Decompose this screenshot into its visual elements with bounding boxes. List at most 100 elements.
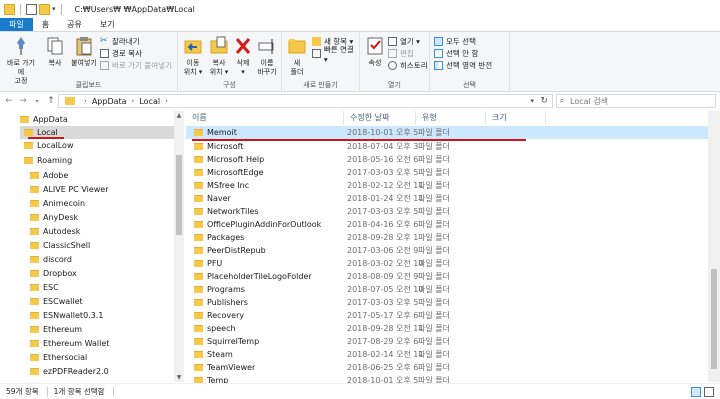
address-bar[interactable]: › AppData › Local › ▾ ↻ (58, 94, 553, 108)
file-name: speech (207, 324, 236, 333)
up-arrow-icon[interactable]: ↑ (44, 96, 58, 106)
tree-item[interactable]: AnyDesk (30, 211, 78, 224)
chevron-right-icon[interactable]: › (132, 97, 135, 105)
table-row[interactable]: Microsoft Help 2018-05-16 오전 6 파일 폴더 (186, 153, 710, 166)
tree-item[interactable]: Dropbox (30, 267, 77, 280)
select-all-button[interactable]: 모두 선택 (434, 36, 476, 47)
tree-item[interactable]: Autodesk (30, 225, 80, 238)
chevron-right-icon[interactable]: › (165, 97, 168, 105)
copy-to-button[interactable]: 복사 위치 ▾ (206, 35, 232, 77)
table-row[interactable]: MicrosoftEdge 2017-03-03 오후 5 파일 폴더 (186, 166, 710, 179)
move-to-button[interactable]: 이동 위치 ▾ (180, 35, 206, 77)
folder-icon (24, 142, 33, 149)
table-row[interactable]: SquirrelTemp 2017-08-29 오후 6 파일 폴더 (186, 335, 710, 348)
table-row[interactable]: Packages 2018-09-28 오후 1 파일 폴더 (186, 231, 710, 244)
table-row[interactable]: MSfree Inc 2018-02-12 오전 11 파일 폴더 (186, 179, 710, 192)
chevron-down-icon[interactable]: ▾ (530, 97, 534, 105)
scroll-up-icon[interactable]: ▲ (174, 112, 184, 119)
tree-item-roaming[interactable]: Roaming (24, 154, 72, 167)
pin-quick-access-button[interactable]: 바로 가기에 고정 (4, 35, 38, 86)
paste-label: 붙여넣기 (71, 59, 97, 67)
table-row[interactable]: NetworkTiles 2017-03-03 오후 5 파일 폴더 (186, 205, 710, 218)
table-row[interactable]: Naver 2018-01-24 오전 11 파일 폴더 (186, 192, 710, 205)
table-row[interactable]: Recovery 2017-05-17 오후 6 파일 폴더 (186, 309, 710, 322)
tree-item[interactable]: ESNwallet0.3.1 (30, 309, 103, 322)
properties-icon[interactable] (26, 3, 37, 15)
tree-item-appdata[interactable]: AppData (20, 113, 170, 126)
tab-share[interactable]: 공유 (58, 18, 91, 31)
tree-item-locallow[interactable]: LocalLow (24, 139, 74, 152)
column-header-name[interactable]: 이름 (186, 111, 344, 125)
tree-item[interactable]: Adobe (30, 169, 68, 182)
tree-item-label: Autodesk (43, 227, 81, 236)
properties-label: 속성 (368, 59, 382, 67)
file-name: PFU (207, 259, 223, 268)
new-folder-button[interactable]: 새 폴더 (284, 35, 310, 77)
scrollbar-thumb[interactable] (176, 155, 182, 235)
tree-item[interactable]: ESCwallet (30, 295, 83, 308)
invert-selection-button[interactable]: 선택 영역 반전 (434, 60, 492, 71)
recent-locations-icon[interactable]: ▾ (30, 98, 44, 105)
new-folder-icon[interactable] (39, 3, 50, 15)
paste-shortcut-button[interactable]: 바로 가기 붙여넣기 (100, 60, 172, 71)
details-view-icon[interactable] (691, 387, 701, 397)
table-row[interactable]: Steam 2018-02-14 오전 11 파일 폴더 (186, 348, 710, 361)
chevron-down-icon[interactable]: ▾ (52, 5, 56, 13)
history-button[interactable]: 히스토리 (388, 60, 428, 71)
left-scrollbar[interactable]: ▲ ▼ (174, 111, 184, 382)
edit-button[interactable]: 편집 (388, 48, 414, 59)
file-date: 2018-02-14 오전 11 (347, 350, 424, 359)
table-row[interactable]: PlaceholderTileLogoFolder 2018-08-09 오전 9… (186, 270, 710, 283)
tree-item[interactable]: ESC (30, 281, 59, 294)
column-header-type[interactable]: 유형 (416, 111, 486, 125)
table-row[interactable]: speech 2018-09-28 오전 11 파일 폴더 (186, 322, 710, 335)
properties-button[interactable]: 속성 (362, 35, 388, 68)
tree-item[interactable]: Ethereum (30, 323, 82, 336)
folder-icon (194, 182, 203, 189)
copy-path-button[interactable]: 경로 복사 (100, 48, 142, 59)
select-none-button[interactable]: 선택 안 함 (434, 48, 478, 59)
cut-button[interactable]: ✂ 잘라내기 (100, 36, 140, 47)
tab-file[interactable]: 파일 (0, 18, 33, 31)
tree-item[interactable]: Ethereum Wallet (30, 337, 109, 350)
easy-access-button[interactable]: 빠른 연결 ▾ (312, 45, 359, 64)
table-row[interactable]: Programs 2018-07-05 오전 10 파일 폴더 (186, 283, 710, 296)
tree-item[interactable]: Animecoin (30, 197, 85, 210)
tab-home[interactable]: 홈 (33, 18, 58, 31)
paste-button[interactable]: 붙여넣기 (70, 35, 98, 68)
copy-button[interactable]: 복사 (42, 35, 68, 68)
table-row[interactable]: Microsoft 2018-07-04 오후 3 파일 폴더 (186, 140, 710, 153)
table-row[interactable]: OfficePluginAddinForOutlook 2018-04-16 오후… (186, 218, 710, 231)
tree-item[interactable]: ALIVE PC Viewer (30, 183, 109, 196)
scroll-down-icon[interactable]: ▼ (174, 374, 184, 381)
rename-button[interactable]: 이름 바꾸기 (254, 35, 280, 77)
tree-item[interactable]: ClassicShell (30, 239, 90, 252)
large-icons-view-icon[interactable] (704, 387, 714, 397)
file-type: 파일 폴더 (418, 311, 450, 320)
tree-item[interactable]: Ethersocial (30, 351, 87, 364)
breadcrumb-appdata[interactable]: AppData (92, 97, 127, 106)
back-arrow-icon[interactable]: ← (2, 96, 16, 106)
tree-item[interactable]: ezPDFReader2.0 (30, 365, 109, 378)
breadcrumb-local[interactable]: Local (139, 97, 160, 106)
file-type: 파일 폴더 (418, 259, 450, 268)
open-button[interactable]: 열기 ▾ (388, 36, 420, 47)
tab-view[interactable]: 보기 (91, 18, 124, 31)
column-header-size[interactable]: 크기 (486, 111, 546, 125)
column-header-date[interactable]: 수정한 날짜 (344, 111, 416, 125)
refresh-icon[interactable]: ↻ (540, 96, 548, 106)
scrollbar-thumb[interactable] (711, 269, 717, 369)
right-scrollbar[interactable] (708, 111, 720, 382)
table-row[interactable]: PeerDistRepub 2017-03-06 오전 9 파일 폴더 (186, 244, 710, 257)
chevron-right-icon[interactable]: › (84, 97, 87, 105)
paste-shortcut-icon (100, 61, 109, 70)
table-row[interactable]: Memoit 2018-10-01 오후 5 파일 폴더 (186, 126, 710, 139)
status-bar: 59개 항목 1개 항목 선택함 (0, 383, 720, 399)
delete-button[interactable]: 삭제 ▾ (230, 35, 256, 77)
table-row[interactable]: Publishers 2017-03-03 오후 5 파일 폴더 (186, 296, 710, 309)
forward-arrow-icon[interactable]: → (16, 96, 30, 106)
tree-item[interactable]: discord (30, 253, 72, 266)
search-input[interactable]: ⌕ Local 검색 (556, 94, 716, 108)
table-row[interactable]: TeamViewer 2018-06-25 오후 6 파일 폴더 (186, 361, 710, 374)
table-row[interactable]: PFU 2018-03-02 오전 10 파일 폴더 (186, 257, 710, 270)
